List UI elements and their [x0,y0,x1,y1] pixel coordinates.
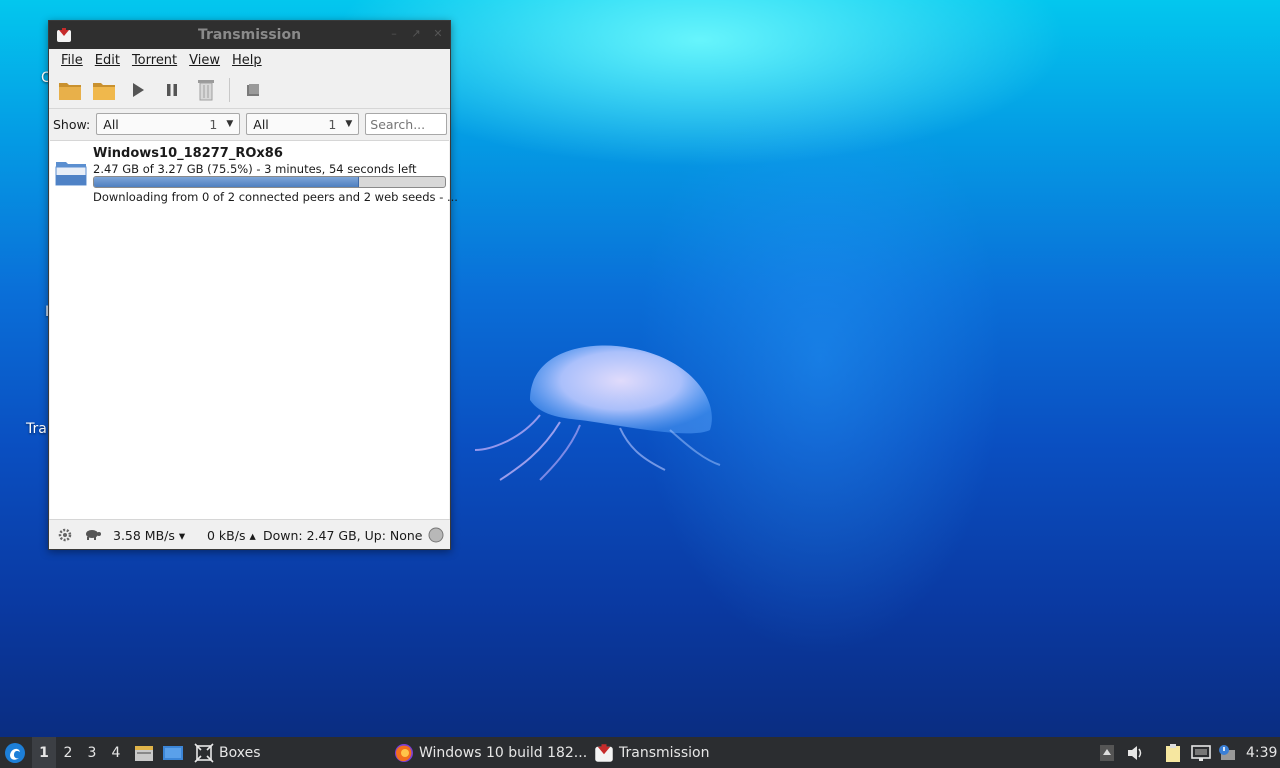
app-menu-icon [5,742,25,763]
menu-help[interactable]: Help [226,53,268,68]
volume-icon[interactable] [1127,737,1145,768]
chevron-down-icon: ▼ [226,119,234,129]
properties-icon [247,83,259,96]
workspace-3[interactable]: 3 [80,737,104,768]
menu-edit[interactable]: Edit [89,53,126,68]
transmission-icon [57,28,71,42]
folder-open-icon [59,82,81,100]
toolbar-separator [229,77,230,102]
upload-rate[interactable]: 0 kB/s ▴ [207,528,256,543]
tracker-value: All [253,116,269,132]
transmission-icon [595,743,613,762]
show-label: Show: [53,116,91,132]
task-firefox[interactable]: Windows 10 build 182... [394,737,587,768]
firefox-icon [395,743,413,762]
remove-button[interactable] [193,77,219,103]
taskbar: 1 2 3 4 Boxes Windows 10 build 182... Tr… [0,737,1280,768]
pause-button[interactable] [159,77,185,103]
turtle-icon[interactable] [85,528,101,540]
folder-icon [55,162,87,186]
trash-icon [198,79,214,100]
desktop-icon [163,745,183,760]
filterbar: Show: All 1 ▼ All 1 ▼ [49,109,450,139]
file-manager-launcher[interactable] [134,737,154,768]
task-transmission[interactable]: Transmission [594,737,709,768]
maximize-icon[interactable]: ↗ [410,28,422,40]
start-button[interactable] [125,77,151,103]
open-url-button[interactable] [91,77,117,103]
torrent-list: Windows10_18277_ROx86 2.47 GB of 3.27 GB… [50,140,458,519]
file-manager-icon [135,745,153,761]
boxes-icon [194,742,214,763]
folder-icon [93,82,115,100]
clipboard-icon[interactable] [1164,737,1182,768]
wallpaper-jellyfish [474,345,721,481]
statusbar: 3.58 MB/s ▾ 0 kB/s ▴ Down: 2.47 GB, Up: … [49,519,450,549]
transmission-window: Transmission – ↗ ✕ File Edit Torrent Vie… [48,20,458,550]
tray-arrow-up-icon[interactable] [1099,737,1115,768]
desktop-icon-label[interactable]: Tra [26,421,47,437]
open-torrent-button[interactable] [57,77,83,103]
transfer-totals: Down: 2.47 GB, Up: None [263,528,423,543]
menu-torrent[interactable]: Torrent [126,53,183,68]
play-icon [133,82,144,97]
category-count: 1 [209,116,218,132]
close-icon[interactable]: ✕ [432,28,444,40]
properties-button[interactable] [240,77,266,103]
search-input[interactable] [365,113,448,135]
menu-file[interactable]: File [55,53,89,68]
task-label: Windows 10 build 182... [419,744,588,761]
download-rate[interactable]: 3.58 MB/s ▾ [113,528,185,543]
clock[interactable]: 4:39 [1246,745,1277,761]
workspace-4[interactable]: 4 [104,737,128,768]
task-label: Boxes [219,744,261,761]
network-icon[interactable] [1191,737,1211,768]
menu-view[interactable]: View [183,53,226,68]
workspace-2[interactable]: 2 [56,737,80,768]
torrent-progress-bar [93,176,446,188]
task-boxes[interactable]: Boxes [194,737,261,768]
torrent-name: Windows10_18277_ROx86 [93,146,283,161]
toolbar [49,71,450,109]
notification-icon[interactable] [1217,737,1237,768]
show-desktop-button[interactable] [162,737,184,768]
category-combo[interactable]: All 1 ▼ [96,113,241,135]
menubar: File Edit Torrent View Help [49,49,450,71]
pause-icon [167,83,177,96]
progress-fill [94,177,359,187]
workspace-1[interactable]: 1 [32,737,56,768]
torrent-row[interactable]: Windows10_18277_ROx86 2.47 GB of 3.27 GB… [50,141,458,204]
gear-icon[interactable] [57,527,73,543]
tracker-count: 1 [328,116,337,132]
chevron-down-icon: ▼ [345,119,353,129]
category-value: All [103,116,119,132]
start-menu-button[interactable] [4,737,26,768]
torrent-progress-text: 2.47 GB of 3.27 GB (75.5%) - 3 minutes, … [93,162,417,176]
task-label: Transmission [619,744,710,761]
torrent-status: Downloading from 0 of 2 connected peers … [93,190,458,204]
minimize-icon[interactable]: – [388,28,400,40]
ratio-icon[interactable] [428,527,444,543]
tracker-combo[interactable]: All 1 ▼ [246,113,360,135]
window-titlebar[interactable]: Transmission – ↗ ✕ [49,21,450,49]
